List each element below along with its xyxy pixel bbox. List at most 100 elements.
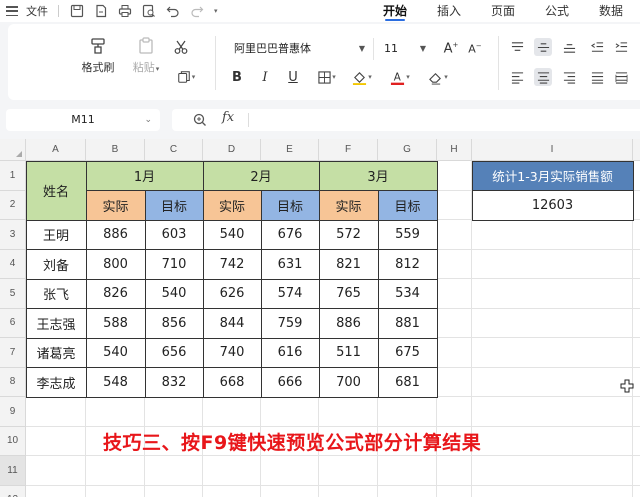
align-bottom-icon[interactable] [560, 38, 578, 56]
value-cell[interactable]: 574 [260, 278, 320, 309]
header-month-cell[interactable]: 3月 [318, 160, 438, 191]
undo-icon[interactable] [165, 3, 181, 19]
export-pdf-icon[interactable] [93, 3, 109, 19]
value-cell[interactable]: 511 [318, 337, 379, 368]
chevron-down-icon[interactable]: ▾ [214, 7, 218, 15]
row-header-12[interactable]: 12 [0, 485, 26, 497]
header-month-cell[interactable]: 2月 [202, 160, 320, 191]
value-cell[interactable]: 826 [85, 278, 146, 309]
clear-format-button[interactable]: ▾ [424, 68, 452, 86]
font-color-button[interactable]: A ▾ [386, 68, 414, 86]
column-header-b[interactable]: B [86, 139, 145, 161]
fill-color-button[interactable]: ▾ [348, 68, 376, 86]
increase-font-size-button[interactable]: A+ [442, 40, 460, 58]
format-painter-button[interactable]: 格式刷 [78, 36, 118, 75]
value-cell[interactable]: 540 [144, 278, 204, 309]
border-button[interactable]: ▾ [314, 68, 340, 86]
name-cell[interactable]: 刘备 [25, 249, 87, 280]
value-cell[interactable]: 534 [377, 278, 438, 309]
value-cell[interactable]: 812 [377, 249, 438, 280]
value-cell[interactable]: 740 [202, 337, 262, 368]
align-top-icon[interactable] [508, 38, 526, 56]
row-header-8[interactable]: 8 [0, 367, 26, 397]
value-cell[interactable]: 821 [318, 249, 379, 280]
print-preview-icon[interactable] [141, 3, 157, 19]
header-name-cell[interactable]: 姓名 [25, 160, 87, 221]
value-cell[interactable]: 666 [260, 367, 320, 398]
value-cell[interactable]: 710 [144, 249, 204, 280]
increase-indent-icon[interactable] [612, 38, 630, 56]
value-cell[interactable]: 548 [85, 367, 146, 398]
column-header-a[interactable]: A [26, 139, 86, 161]
copy-button[interactable]: ▾ [172, 68, 200, 86]
value-cell[interactable]: 603 [144, 219, 204, 250]
value-cell[interactable]: 742 [202, 249, 262, 280]
function-fx-icon[interactable]: fx [222, 110, 234, 125]
align-center-icon[interactable] [534, 68, 552, 86]
name-cell[interactable]: 张飞 [25, 278, 87, 309]
value-cell[interactable]: 676 [260, 219, 320, 250]
decrease-indent-icon[interactable] [588, 38, 606, 56]
value-cell[interactable]: 681 [377, 367, 438, 398]
row-header-10[interactable]: 10 [0, 426, 26, 456]
select-all-corner[interactable] [0, 139, 26, 161]
cut-icon[interactable] [172, 38, 190, 56]
value-cell[interactable]: 675 [377, 337, 438, 368]
align-right-icon[interactable] [560, 68, 578, 86]
value-cell[interactable]: 540 [202, 219, 262, 250]
underline-button[interactable]: U [284, 68, 302, 86]
redo-icon[interactable] [189, 3, 205, 19]
value-cell[interactable]: 800 [85, 249, 146, 280]
value-cell[interactable]: 626 [202, 278, 262, 309]
column-header-g[interactable]: G [378, 139, 437, 161]
justify-icon[interactable] [588, 68, 606, 86]
value-cell[interactable]: 856 [144, 308, 204, 339]
stat-value-cell[interactable]: 12603 [471, 190, 634, 221]
value-cell[interactable]: 572 [318, 219, 379, 250]
row-header-9[interactable]: 9 [0, 397, 26, 427]
save-icon[interactable] [69, 3, 85, 19]
formula-input-area[interactable]: fx [172, 109, 640, 131]
value-cell[interactable]: 656 [144, 337, 204, 368]
row-header-2[interactable]: 2 [0, 190, 26, 220]
font-name-select[interactable]: 阿里巴巴普惠体 ▼ [224, 38, 374, 60]
value-cell[interactable]: 588 [85, 308, 146, 339]
name-box[interactable]: M11 ⌄ [6, 109, 160, 131]
row-header-6[interactable]: 6 [0, 308, 26, 338]
name-cell[interactable]: 王志强 [25, 308, 87, 339]
row-header-1[interactable]: 1 [0, 161, 26, 191]
font-size-select[interactable]: 11 ▼ [376, 38, 432, 60]
decrease-font-size-button[interactable]: A− [466, 40, 484, 58]
file-menu[interactable]: 文件 [26, 3, 48, 19]
tab-page[interactable]: 页面 [476, 0, 530, 22]
zoom-icon[interactable] [192, 112, 208, 128]
value-cell[interactable]: 631 [260, 249, 320, 280]
value-cell[interactable]: 700 [318, 367, 379, 398]
column-header-i[interactable]: I [472, 139, 633, 161]
value-cell[interactable]: 886 [85, 219, 146, 250]
header-target-cell[interactable]: 目标 [377, 190, 438, 221]
align-left-icon[interactable] [508, 68, 526, 86]
column-header-e[interactable]: E [261, 139, 319, 161]
print-icon[interactable] [117, 3, 133, 19]
value-cell[interactable]: 844 [202, 308, 262, 339]
column-header-h[interactable]: H [437, 139, 472, 161]
value-cell[interactable]: 765 [318, 278, 379, 309]
value-cell[interactable]: 832 [144, 367, 204, 398]
header-target-cell[interactable]: 目标 [260, 190, 320, 221]
row-header-11[interactable]: 11 [0, 456, 26, 486]
bold-button[interactable]: B [228, 68, 246, 86]
tab-home[interactable]: 开始 [368, 0, 422, 22]
value-cell[interactable]: 540 [85, 337, 146, 368]
column-header-f[interactable]: F [319, 139, 378, 161]
column-header-d[interactable]: D [203, 139, 261, 161]
header-actual-cell[interactable]: 实际 [85, 190, 146, 221]
distributed-align-icon[interactable] [612, 68, 630, 86]
name-cell[interactable]: 李志成 [25, 367, 87, 398]
italic-button[interactable]: I [256, 68, 274, 86]
stat-header-cell[interactable]: 统计1-3月实际销售额 [471, 160, 634, 191]
paste-button[interactable]: 粘贴▾ [126, 36, 166, 75]
align-middle-icon[interactable] [534, 38, 552, 56]
header-target-cell[interactable]: 目标 [144, 190, 204, 221]
value-cell[interactable]: 559 [377, 219, 438, 250]
